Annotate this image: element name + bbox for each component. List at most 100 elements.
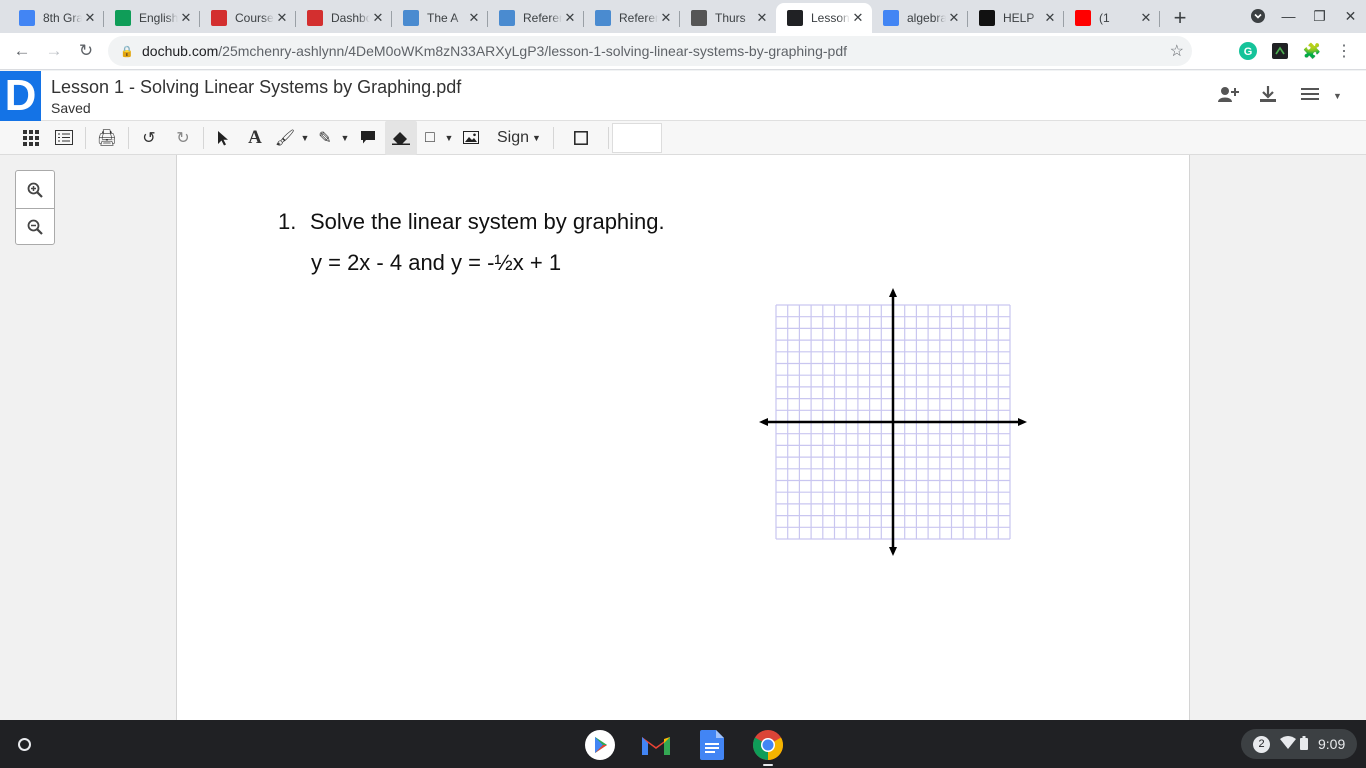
back-icon[interactable]: ← (6, 35, 38, 67)
tab-title: Dashboard (331, 11, 370, 25)
tab-close-icon[interactable]: ✕ (1042, 10, 1058, 26)
extensions-puzzle-icon[interactable]: 🧩 (1301, 40, 1323, 62)
browser-tab[interactable]: algebra ✕ (872, 3, 968, 33)
browser-tab[interactable]: Course ✕ (200, 3, 296, 33)
maximize-icon[interactable]: ❐ (1304, 0, 1335, 32)
image-icon[interactable] (455, 121, 487, 155)
wifi-icon (1280, 736, 1296, 752)
zoom-out-icon[interactable] (16, 208, 54, 245)
sign-button[interactable]: Sign ▼ (493, 121, 545, 155)
tab-close-icon[interactable]: ✕ (946, 10, 962, 26)
shape-options-caret-icon[interactable]: ▼ (443, 121, 455, 155)
os-shelf: 2 9:09 (0, 720, 1366, 768)
minimize-icon[interactable]: — (1273, 0, 1304, 32)
browser-tab[interactable]: Lesson ✕ (776, 3, 872, 33)
dochub-icon (787, 10, 803, 26)
browser-tab[interactable]: English ✕ (104, 3, 200, 33)
comment-icon[interactable] (351, 121, 385, 155)
google-docs-icon (19, 10, 35, 26)
lock-icon[interactable]: 🔒 (112, 45, 142, 58)
menu-hamburger-icon[interactable] (1300, 85, 1320, 108)
chrome-icon[interactable] (751, 728, 785, 766)
x-axis-arrow-right (1018, 418, 1027, 426)
google-classroom-icon (115, 10, 131, 26)
coordinate-grid[interactable] (759, 288, 1027, 556)
tab-close-icon[interactable]: ✕ (466, 10, 482, 26)
mheducation-icon (307, 10, 323, 26)
mheducation-icon (211, 10, 227, 26)
stroke-style-square-icon[interactable] (557, 121, 605, 155)
zoom-controls (15, 170, 55, 245)
tab-close-icon[interactable]: ✕ (658, 10, 674, 26)
download-icon[interactable] (1259, 85, 1277, 108)
notification-count: 2 (1253, 735, 1270, 753)
tab-title: algebra (907, 11, 946, 25)
redo-icon[interactable]: ↻ (166, 121, 200, 155)
select-pointer-icon[interactable] (207, 121, 239, 155)
shape-square-icon[interactable]: □ (417, 121, 443, 155)
tab-close-icon[interactable]: ✕ (370, 10, 386, 26)
play-store-icon[interactable] (583, 728, 617, 762)
browser-tab[interactable]: 8th Grade✕ (8, 3, 104, 33)
reload-icon[interactable]: ↻ (70, 35, 102, 67)
grammarly-icon[interactable]: G (1237, 40, 1259, 62)
launcher-icon[interactable] (10, 730, 38, 758)
tab-title: (1 (1099, 11, 1110, 25)
brainly-icon (979, 10, 995, 26)
tab-close-icon[interactable]: ✕ (1138, 10, 1154, 26)
browser-toolbar: ← → ↻ 🔒 dochub.com/25mchenry-ashlynn/4De… (0, 33, 1366, 70)
browser-tab[interactable]: HELP ✕ (968, 3, 1064, 33)
zoom-in-icon[interactable] (16, 171, 54, 208)
menu-caret-icon[interactable]: ▼ (1333, 91, 1342, 101)
browser-tab[interactable]: Dashboard✕ (296, 3, 392, 33)
share-user-icon[interactable] (1217, 85, 1239, 108)
bookmark-star-icon[interactable]: ☆ (1170, 41, 1184, 61)
tab-close-icon[interactable]: ✕ (562, 10, 578, 26)
text-tool-icon[interactable]: A (239, 121, 271, 155)
print-icon[interactable]: 🖨 (89, 121, 125, 155)
dochub-logo[interactable]: D (0, 71, 41, 121)
active-app-indicator (763, 764, 773, 766)
docs-icon[interactable] (695, 728, 729, 762)
new-tab-button[interactable]: + (1166, 4, 1194, 32)
extension-dark-icon[interactable] (1269, 40, 1291, 62)
browser-tab[interactable]: Thurs ✕ (680, 3, 776, 33)
tab-close-icon[interactable]: ✕ (850, 10, 866, 26)
dochub-header: D Lesson 1 - Solving Linear Systems by G… (0, 71, 1366, 121)
pdf-page[interactable]: 1. Solve the linear system by graphing. … (176, 155, 1190, 720)
highlighter-icon[interactable]: ✎ (311, 121, 339, 155)
tabs-container: 8th Grade✕English✕Course✕Dashboard✕The A… (0, 0, 1160, 33)
save-status: Saved (51, 100, 91, 116)
grid-view-icon[interactable] (16, 121, 46, 155)
sign-label: Sign (497, 128, 530, 146)
gmail-icon[interactable] (639, 728, 673, 762)
tab-title: Lesson (811, 11, 850, 25)
window-close-icon[interactable]: ✕ (1335, 0, 1366, 32)
tab-search-icon[interactable] (1242, 0, 1273, 32)
eraser-icon[interactable] (385, 120, 417, 155)
tab-close-icon[interactable]: ✕ (178, 10, 194, 26)
status-tray[interactable]: 2 9:09 (1241, 729, 1357, 759)
draw-brush-icon[interactable]: 🖌 (271, 121, 299, 155)
outline-list-icon[interactable] (46, 121, 82, 155)
browser-tab[interactable]: Reference✕ (584, 3, 680, 33)
address-bar[interactable]: 🔒 dochub.com/25mchenry-ashlynn/4DeM0oWKm… (108, 36, 1192, 66)
forward-icon[interactable]: → (38, 35, 70, 67)
window-controls: — ❐ ✕ (1242, 0, 1366, 32)
tab-close-icon[interactable]: ✕ (82, 10, 98, 26)
fill-color-swatch[interactable] (611, 122, 662, 153)
tab-strip: 8th Grade✕English✕Course✕Dashboard✕The A… (0, 0, 1366, 33)
chrome-menu-icon[interactable]: ⋮ (1333, 40, 1355, 62)
tab-title: HELP (1003, 11, 1035, 25)
highlighter-options-caret-icon[interactable]: ▼ (339, 121, 351, 155)
document-title[interactable]: Lesson 1 - Solving Linear Systems by Gra… (51, 77, 461, 98)
browser-tab[interactable]: (1 ✕ (1064, 3, 1160, 33)
tab-close-icon[interactable]: ✕ (754, 10, 770, 26)
draw-options-caret-icon[interactable]: ▼ (299, 121, 311, 155)
browser-tab[interactable]: The A ✕ (392, 3, 488, 33)
undo-icon[interactable]: ↺ (132, 121, 166, 155)
tab-close-icon[interactable]: ✕ (274, 10, 290, 26)
browser-tab[interactable]: Reference✕ (488, 3, 584, 33)
tab-title: Reference (619, 11, 658, 25)
tab-title: Thurs (715, 11, 746, 25)
